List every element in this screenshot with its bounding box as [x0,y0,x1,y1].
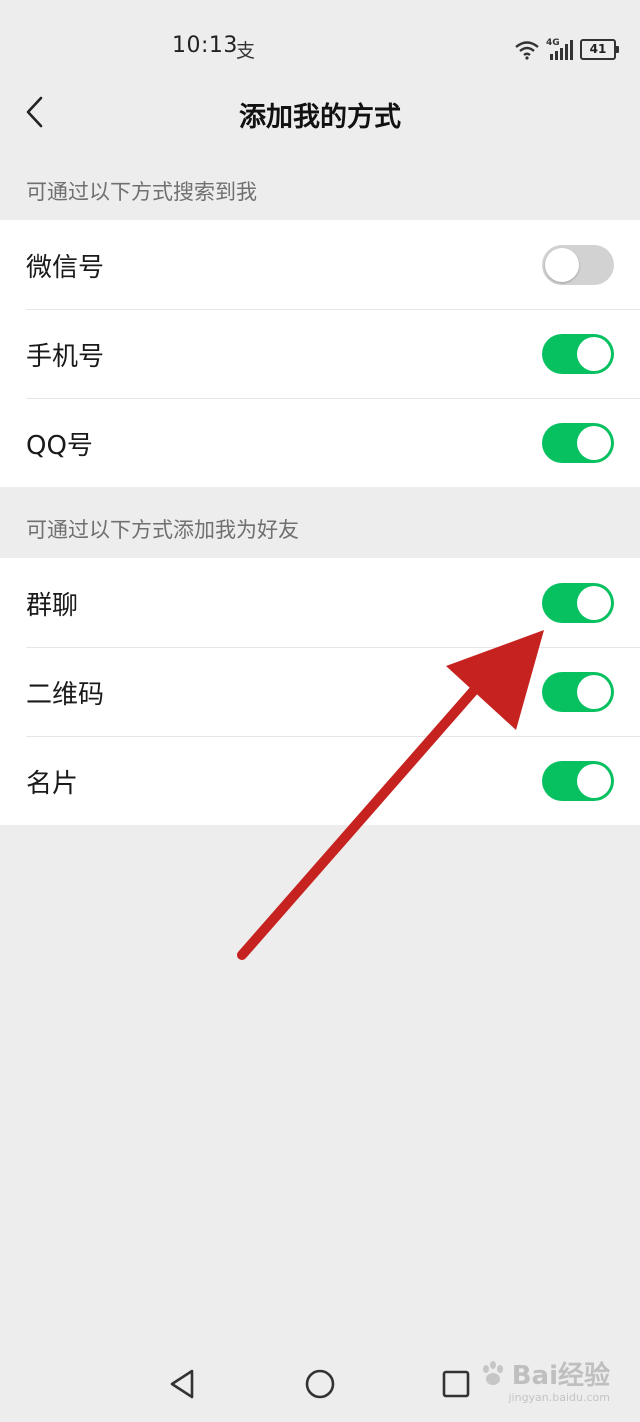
baidu-jingyan-watermark: Bai经验 jingyan.baidu.com [478,1355,610,1404]
setting-label: QQ号 [26,431,93,461]
search-methods-group: 微信号 手机号 QQ号 [0,220,640,487]
setting-row-business-card[interactable]: 名片 [0,736,640,825]
business-card-toggle[interactable] [542,761,614,801]
circle-home-icon [305,1369,335,1399]
setting-label: 手机号 [26,342,105,372]
toggle-knob [577,586,611,620]
setting-row-phone-number[interactable]: 手机号 [0,309,640,398]
toggle-knob [577,675,611,709]
triangle-back-icon [170,1369,194,1399]
system-home-button[interactable] [298,1362,342,1406]
status-time: 10:13 [172,33,238,58]
setting-row-qq-number[interactable]: QQ号 [0,398,640,487]
signal-icon: 4G [546,38,573,60]
battery-icon: 41 [580,39,619,60]
system-recents-button[interactable] [434,1362,478,1406]
system-back-button[interactable] [160,1362,204,1406]
toggle-knob [577,764,611,798]
watermark-subtext: jingyan.baidu.com [508,1391,610,1404]
add-section-header: 可通过以下方式添加我为好友 [26,518,299,542]
setting-row-qr-code[interactable]: 二维码 [0,647,640,736]
toggle-knob [577,337,611,371]
navigation-bar: 添加我的方式 [0,70,640,154]
setting-row-wechat-id[interactable]: 微信号 [0,220,640,309]
toggle-knob [545,248,579,282]
setting-label: 群聊 [26,591,79,621]
square-recents-icon [442,1370,470,1398]
watermark-text: Bai经验 [511,1361,610,1391]
setting-label: 微信号 [26,253,105,283]
add-methods-group: 群聊 二维码 名片 [0,558,640,825]
qr-code-toggle[interactable] [542,672,614,712]
toggle-knob [577,426,611,460]
setting-row-group-chat[interactable]: 群聊 [0,558,640,647]
phone-number-toggle[interactable] [542,334,614,374]
setting-label: 名片 [26,769,79,799]
setting-label: 二维码 [26,680,105,710]
wechat-id-toggle[interactable] [542,245,614,285]
network-type-label: 4G [546,38,560,48]
qq-number-toggle[interactable] [542,423,614,463]
status-icons: 4G 41 [514,34,619,60]
page-title: 添加我的方式 [239,102,401,133]
wifi-icon [515,41,539,60]
search-section-header: 可通过以下方式搜索到我 [26,180,257,204]
alipay-notification-icon: 支 [236,40,256,62]
paw-logo-icon [482,1360,503,1385]
group-chat-toggle[interactable] [542,583,614,623]
